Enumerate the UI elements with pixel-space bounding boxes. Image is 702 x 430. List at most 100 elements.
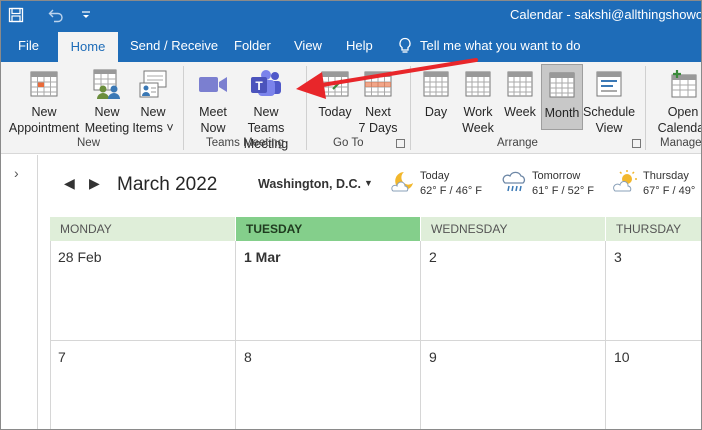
tab-folder[interactable]: Folder <box>224 30 281 62</box>
rain-cloud-icon <box>502 171 526 192</box>
calendar-week-icon <box>364 71 392 97</box>
today-label: Today <box>318 105 352 119</box>
day-cell[interactable]: 3 <box>606 241 702 341</box>
ribbon-tabs: File Home Send / Receive Folder View Hel… <box>0 30 702 62</box>
tab-view[interactable]: View <box>284 30 332 62</box>
day-header-thursday: THURSDAY <box>606 217 702 241</box>
dialog-launcher-icon[interactable] <box>396 139 405 148</box>
weather-day: Tomorrow <box>532 170 581 182</box>
month-view-button[interactable]: Month <box>541 64 583 130</box>
ribbon-separator <box>410 66 411 150</box>
customize-quick-access-icon[interactable] <box>76 5 96 25</box>
day-cell[interactable]: 9 <box>421 341 606 430</box>
today-button[interactable]: Today <box>314 66 356 120</box>
new-teams-meeting-line1: New Teams <box>247 105 285 135</box>
weather-temp: 61° F / 52° F <box>532 185 594 197</box>
schedule-view-line1: Schedule <box>583 105 636 119</box>
new-items-line2: Items ˅ <box>132 121 174 135</box>
work-week-button[interactable]: Work Week <box>456 66 500 136</box>
dialog-launcher-icon[interactable] <box>632 139 641 148</box>
group-label-manage: Manage <box>660 137 702 149</box>
meet-now-button[interactable]: Meet Now <box>192 66 234 136</box>
new-appointment-line2: Appointment <box>8 121 80 135</box>
schedule-view-line2: View <box>595 121 623 135</box>
ribbon-separator <box>645 66 646 150</box>
location-dropdown-icon[interactable]: ▼ <box>364 178 373 188</box>
group-label-new: New <box>77 137 101 149</box>
calendar-grid-icon <box>30 71 58 97</box>
week-label: Week <box>504 105 536 119</box>
day-cell-today[interactable]: 1 Mar <box>236 241 421 341</box>
meet-now-line1: Meet <box>199 105 227 119</box>
schedule-view-icon <box>596 71 622 97</box>
day-header-monday: MONDAY <box>50 217 236 241</box>
tell-me-search[interactable]: Tell me what you want to do <box>398 30 580 62</box>
work-week-icon <box>465 71 491 97</box>
work-week-line1: Work <box>463 105 493 119</box>
tell-me-label: Tell me what you want to do <box>420 38 581 53</box>
title-bar: Calendar - sakshi@allthingshoworg.c <box>0 0 702 30</box>
new-appointment-line1: New <box>31 105 57 119</box>
day-view-icon <box>423 71 449 97</box>
tab-send-receive[interactable]: Send / Receive <box>120 30 228 62</box>
ribbon-home: New Appointment New Meeting New Items ˅ … <box>0 62 702 154</box>
calendar-today-icon <box>321 71 349 97</box>
weather-location[interactable]: Washington, D.C. <box>258 177 361 191</box>
day-cell[interactable]: 2 <box>421 241 606 341</box>
day-cell[interactable]: 8 <box>236 341 421 430</box>
new-meeting-line1: New <box>94 105 120 119</box>
video-camera-icon <box>199 77 227 92</box>
schedule-view-button[interactable]: Schedule View <box>583 66 635 136</box>
day-header-tuesday: TUESDAY <box>236 217 421 241</box>
day-cell[interactable]: 28 Feb <box>50 241 236 341</box>
folder-pane-collapsed: › <box>0 155 38 430</box>
day-view-button[interactable]: Day <box>416 66 456 120</box>
new-items-button[interactable]: New Items ˅ <box>132 66 174 136</box>
week-view-button[interactable]: Week <box>500 66 540 120</box>
day-label: Day <box>424 105 448 119</box>
next-7-days-line1: Next <box>365 105 391 119</box>
month-label: Month <box>544 106 580 120</box>
group-label-teams: Teams Meeting <box>206 137 284 149</box>
month-view-icon <box>549 72 575 98</box>
open-calendar-line1: Open <box>667 105 699 119</box>
lightbulb-icon <box>399 37 411 53</box>
svg-text:T: T <box>255 79 263 93</box>
next-month-icon[interactable]: ▶ <box>89 175 100 192</box>
calendar-nav-bar: ◀ ▶ March 2022 Washington, D.C. ▼ Today … <box>38 155 702 217</box>
undo-icon[interactable] <box>46 5 66 25</box>
sun-cloud-icon <box>613 170 637 192</box>
weather-day: Today <box>420 170 450 182</box>
next-7-days-button[interactable]: Next 7 Days <box>356 66 400 136</box>
week-view-icon <box>507 71 533 97</box>
day-header-wednesday: WEDNESDAY <box>421 217 606 241</box>
moon-cloud-icon <box>391 172 413 192</box>
tab-help[interactable]: Help <box>336 30 383 62</box>
expand-pane-chevron-icon[interactable]: › <box>14 165 19 181</box>
weather-temp: 67° F / 49° <box>643 185 696 197</box>
meeting-people-icon <box>93 69 120 99</box>
open-calendar-icon <box>671 70 697 98</box>
weather-day: Thursday <box>643 170 689 182</box>
outlook-window: Calendar - sakshi@allthingshoworg.c File… <box>0 0 702 430</box>
ribbon-separator <box>306 66 307 150</box>
meet-now-line2: Now <box>200 121 226 135</box>
new-items-icon <box>139 70 167 98</box>
new-meeting-line2: Meeting <box>84 121 130 135</box>
new-meeting-button[interactable]: New Meeting <box>82 66 132 136</box>
work-week-line2: Week <box>462 121 494 135</box>
new-items-line1: New <box>140 105 166 119</box>
day-cell[interactable]: 7 <box>50 341 236 430</box>
previous-month-icon[interactable]: ◀ <box>64 175 75 192</box>
ribbon-separator <box>183 66 184 150</box>
save-icon[interactable] <box>6 5 26 25</box>
open-calendar-button[interactable]: Open Calendar <box>650 66 702 136</box>
tab-file[interactable]: File <box>8 30 49 62</box>
next-7-days-line2: 7 Days <box>358 121 398 135</box>
weather-temp: 62° F / 46° F <box>420 185 482 197</box>
day-cell[interactable]: 10 <box>606 341 702 430</box>
new-appointment-button[interactable]: New Appointment <box>6 66 82 136</box>
window-title: Calendar - sakshi@allthingshoworg.c <box>510 7 702 22</box>
teams-logo-icon: T <box>251 70 281 96</box>
tab-home[interactable]: Home <box>58 32 118 62</box>
